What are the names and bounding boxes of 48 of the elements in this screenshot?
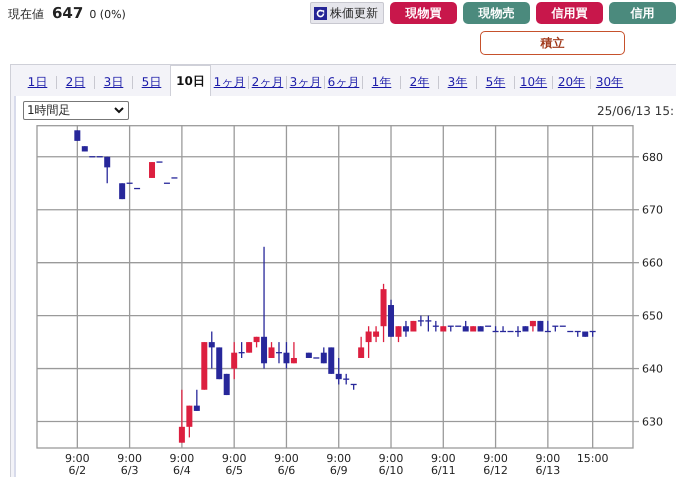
interval-select[interactable]: 1時間足 bbox=[23, 101, 129, 120]
x-axis-label: 9:00 6/2 bbox=[64, 452, 90, 477]
period-tab[interactable]: 3年 bbox=[439, 70, 476, 95]
chart-timestamp: 25/06/13 15: bbox=[596, 104, 674, 118]
x-axis-label: 9:00 6/10 bbox=[378, 452, 404, 477]
x-axis-label: 9:00 6/13 bbox=[536, 452, 560, 477]
period-tab[interactable]: 1日 bbox=[19, 70, 56, 95]
period-tab[interactable]: 10日 bbox=[170, 65, 211, 96]
trade-button[interactable]: 現物買 bbox=[390, 2, 457, 24]
period-tab[interactable]: 2年 bbox=[401, 70, 438, 95]
candlestick bbox=[74, 130, 80, 141]
trade-button[interactable]: 信用 bbox=[609, 2, 676, 24]
period-tab[interactable]: 5日 bbox=[133, 70, 170, 95]
y-axis-label: 640 bbox=[642, 362, 663, 376]
x-axis-label: 9:00 6/4 bbox=[170, 452, 194, 477]
period-tab[interactable]: 2日 bbox=[57, 70, 94, 95]
accumulate-button[interactable]: 積立 bbox=[480, 31, 625, 55]
y-axis-label: 630 bbox=[642, 416, 663, 429]
x-axis-label: 9:00 6/12 bbox=[483, 452, 508, 477]
period-tab[interactable]: 1ヶ月 bbox=[211, 70, 248, 95]
period-tab[interactable]: 30年 bbox=[591, 70, 628, 95]
period-tab[interactable]: 20年 bbox=[553, 70, 590, 95]
period-tab[interactable]: 6ヶ月 bbox=[325, 70, 362, 95]
x-axis-label: 9:00 6/3 bbox=[117, 452, 142, 477]
period-tab[interactable]: 3ヶ月 bbox=[287, 70, 324, 95]
period-tab[interactable]: 5年 bbox=[477, 70, 514, 95]
y-axis-label: 670 bbox=[642, 204, 663, 217]
period-tab[interactable]: 3日 bbox=[95, 70, 132, 95]
x-axis-label: 15:00 bbox=[576, 452, 609, 465]
current-price: 647 bbox=[52, 4, 84, 22]
x-axis-label: 9:00 6/6 bbox=[274, 452, 299, 477]
x-axis-label: 9:00 6/5 bbox=[222, 452, 247, 477]
period-tab[interactable]: 1年 bbox=[363, 70, 400, 95]
price-label: 現在値 bbox=[8, 6, 44, 22]
period-tab[interactable]: 2ヶ月 bbox=[249, 70, 286, 95]
x-axis-label: 9:00 6/11 bbox=[430, 452, 456, 477]
x-axis-label: 9:00 6/9 bbox=[326, 452, 352, 477]
y-axis-label: 650 bbox=[642, 310, 663, 323]
trade-button[interactable]: 現物売 bbox=[463, 2, 530, 24]
price-change: 0 (0%) bbox=[89, 8, 126, 20]
candlestick bbox=[82, 146, 88, 152]
chevron-down-icon bbox=[114, 107, 124, 114]
refresh-icon bbox=[314, 6, 327, 20]
refresh-button[interactable]: 株価更新 bbox=[310, 2, 384, 24]
y-axis-label: 680 bbox=[642, 150, 663, 164]
y-axis-label: 660 bbox=[642, 256, 663, 270]
trade-button[interactable]: 信用買 bbox=[536, 2, 603, 24]
period-tab[interactable]: 10年 bbox=[515, 70, 552, 95]
